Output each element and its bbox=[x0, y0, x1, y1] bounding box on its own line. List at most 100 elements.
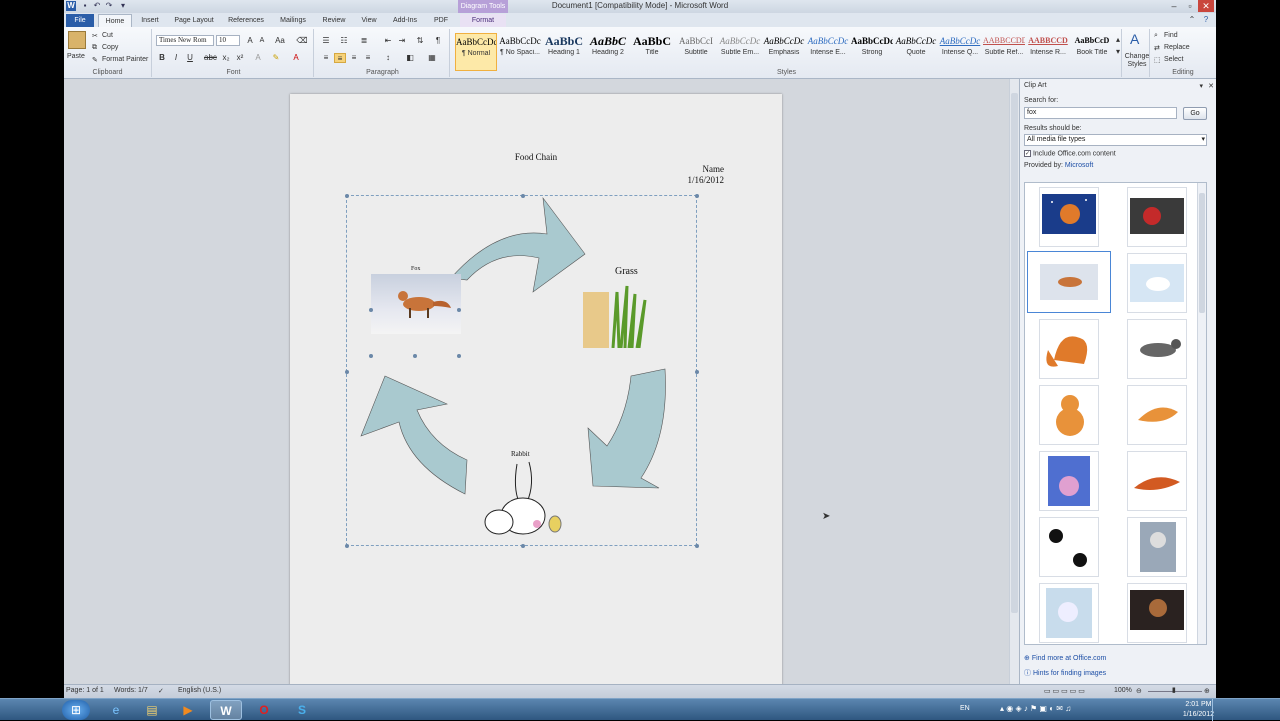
start-button[interactable]: ⊞ bbox=[62, 700, 90, 720]
language[interactable]: English (U.S.) bbox=[178, 687, 221, 694]
minimize-icon[interactable]: – bbox=[1166, 0, 1182, 12]
document-page[interactable]: Food Chain Name 1/16/2012 Fox Grass Rabb… bbox=[290, 94, 782, 689]
tab-view[interactable]: View bbox=[356, 14, 382, 27]
superscript-icon[interactable]: x² bbox=[234, 53, 246, 63]
underline-icon[interactable]: U bbox=[184, 53, 196, 63]
borders-icon[interactable]: ▦ bbox=[426, 53, 438, 63]
font-name-select[interactable]: Times New Rom bbox=[156, 35, 214, 46]
tab-format[interactable]: Format bbox=[460, 14, 506, 27]
ie-icon[interactable]: e bbox=[100, 700, 132, 720]
italic-icon[interactable]: I bbox=[170, 53, 182, 63]
change-case-icon[interactable]: Aa bbox=[274, 36, 286, 46]
grow-font-icon[interactable]: A bbox=[244, 36, 256, 46]
clipart-result[interactable] bbox=[1039, 187, 1099, 247]
format-painter-button[interactable]: Format Painter bbox=[102, 56, 148, 63]
format-painter-icon[interactable]: ✎ bbox=[92, 56, 98, 64]
scroll-thumb[interactable] bbox=[1011, 93, 1018, 613]
copy-icon[interactable]: ⧉ bbox=[92, 44, 97, 52]
clipart-result[interactable] bbox=[1127, 319, 1187, 379]
hints-link[interactable]: ⓘ Hints for finding images bbox=[1024, 668, 1106, 678]
subscript-icon[interactable]: x₂ bbox=[220, 53, 232, 63]
clipart-result[interactable] bbox=[1127, 253, 1187, 313]
proofing-icon[interactable]: ✓ bbox=[158, 687, 164, 695]
media-player-icon[interactable]: ▶ bbox=[172, 700, 204, 720]
style-subtle-emphasis[interactable]: AaBbCcDc Subtle Em... bbox=[719, 33, 761, 71]
word-count[interactable]: Words: 1/7 bbox=[114, 687, 148, 694]
align-left-icon[interactable]: ≡ bbox=[320, 53, 332, 63]
close-icon[interactable]: ✕ bbox=[1198, 0, 1214, 12]
clipart-search-input[interactable]: fox bbox=[1024, 107, 1177, 119]
resize-handle[interactable] bbox=[345, 370, 349, 374]
scroll-thumb[interactable] bbox=[1199, 193, 1205, 313]
food-chain-diagram[interactable]: Fox Grass Rabbit bbox=[345, 194, 699, 548]
arrow-right[interactable] bbox=[587, 368, 666, 489]
style-intense-reference[interactable]: AABBCCD Intense R... bbox=[1027, 33, 1069, 71]
select-button[interactable]: Select bbox=[1164, 56, 1183, 63]
style-intense-emphasis[interactable]: AaBbCcDc Intense E... bbox=[807, 33, 849, 71]
font-color-icon[interactable]: A bbox=[290, 53, 302, 63]
ribbon-collapse-icon[interactable]: ⌃ bbox=[1186, 15, 1198, 25]
fox-shape-handle[interactable] bbox=[457, 354, 461, 358]
shrink-font-icon[interactable]: A bbox=[256, 36, 268, 46]
fox-photo[interactable] bbox=[371, 274, 461, 334]
fox-shape-handle[interactable] bbox=[457, 308, 461, 312]
zoom-slider-thumb[interactable]: ▮ bbox=[1172, 686, 1176, 694]
strikethrough-icon[interactable]: abc bbox=[204, 53, 217, 63]
pane-options-icon[interactable]: ▾ bbox=[1199, 82, 1203, 90]
text-effects-icon[interactable]: A bbox=[252, 53, 264, 63]
media-type-select[interactable]: All media file types ▾ bbox=[1024, 134, 1207, 146]
find-more-link[interactable]: ⊕ Find more at Office.com bbox=[1024, 654, 1106, 662]
clock[interactable]: 2:01 PM 1/16/2012 bbox=[1183, 700, 1214, 720]
help-icon[interactable]: ? bbox=[1200, 15, 1212, 25]
resize-handle[interactable] bbox=[695, 370, 699, 374]
shading-icon[interactable]: ◧ bbox=[404, 53, 416, 63]
explorer-icon[interactable]: ▤ bbox=[136, 700, 168, 720]
cut-button[interactable]: Cut bbox=[102, 32, 113, 39]
tab-page-layout[interactable]: Page Layout bbox=[170, 14, 218, 27]
clipart-result[interactable] bbox=[1039, 319, 1099, 379]
copy-button[interactable]: Copy bbox=[102, 44, 118, 51]
find-button[interactable]: Find bbox=[1164, 32, 1178, 39]
bold-icon[interactable]: B bbox=[156, 53, 168, 63]
styles-scroll-down-icon[interactable]: ▾ bbox=[1112, 47, 1124, 57]
rabbit-picture[interactable] bbox=[477, 458, 567, 542]
justify-icon[interactable]: ≡ bbox=[362, 53, 374, 63]
resize-handle[interactable] bbox=[521, 544, 525, 548]
font-size-select[interactable]: 10 bbox=[216, 35, 240, 46]
increase-indent-icon[interactable]: ⇥ bbox=[396, 36, 408, 46]
fox-shape-handle[interactable] bbox=[413, 354, 417, 358]
results-scrollbar[interactable] bbox=[1197, 183, 1206, 644]
clipart-result[interactable] bbox=[1039, 451, 1099, 511]
style-title[interactable]: AaBbC Title bbox=[631, 33, 673, 71]
clipart-result[interactable] bbox=[1127, 385, 1187, 445]
style-heading-1[interactable]: AaBbC Heading 1 bbox=[543, 33, 585, 71]
line-spacing-icon[interactable]: ↕ bbox=[382, 53, 394, 63]
show-marks-icon[interactable]: ¶ bbox=[432, 36, 444, 46]
provider-link[interactable]: Microsoft bbox=[1065, 162, 1093, 169]
zoom-out-icon[interactable]: ⊖ bbox=[1136, 687, 1142, 695]
style-quote[interactable]: AaBbCcDc Quote bbox=[895, 33, 937, 71]
style-emphasis[interactable]: AaBbCcDc Emphasis bbox=[763, 33, 805, 71]
pane-close-icon[interactable]: ✕ bbox=[1208, 82, 1214, 90]
resize-handle[interactable] bbox=[695, 544, 699, 548]
go-button[interactable]: Go bbox=[1183, 107, 1207, 120]
style-subtle-reference[interactable]: AABBCCDD Subtle Ref... bbox=[983, 33, 1025, 71]
style-book-title[interactable]: AaBbCcD Book Title bbox=[1071, 33, 1113, 71]
styles-scroll-up-icon[interactable]: ▴ bbox=[1112, 35, 1124, 45]
change-styles-button[interactable]: Change Styles bbox=[1124, 53, 1150, 69]
find-icon[interactable]: ⌕ bbox=[1154, 32, 1158, 40]
document-scrollbar[interactable] bbox=[1009, 79, 1019, 684]
resize-handle[interactable] bbox=[695, 194, 699, 198]
tab-review[interactable]: Review bbox=[318, 14, 350, 27]
style-no-spacing[interactable]: AaBbCcDc ¶ No Spaci... bbox=[499, 33, 541, 71]
tab-references[interactable]: References bbox=[224, 14, 268, 27]
style-subtitle[interactable]: AaBbCcI Subtitle bbox=[675, 33, 717, 71]
arrow-left[interactable] bbox=[360, 375, 468, 495]
style-strong[interactable]: AaBbCcDd Strong bbox=[851, 33, 893, 71]
style-intense-quote[interactable]: AaBbCcDc Intense Q... bbox=[939, 33, 981, 71]
clipart-result[interactable] bbox=[1127, 187, 1187, 247]
cut-icon[interactable]: ✂ bbox=[92, 32, 98, 40]
clipart-result[interactable] bbox=[1127, 583, 1187, 643]
arrow-top[interactable] bbox=[450, 196, 586, 293]
tab-pdf[interactable]: PDF bbox=[428, 14, 454, 27]
